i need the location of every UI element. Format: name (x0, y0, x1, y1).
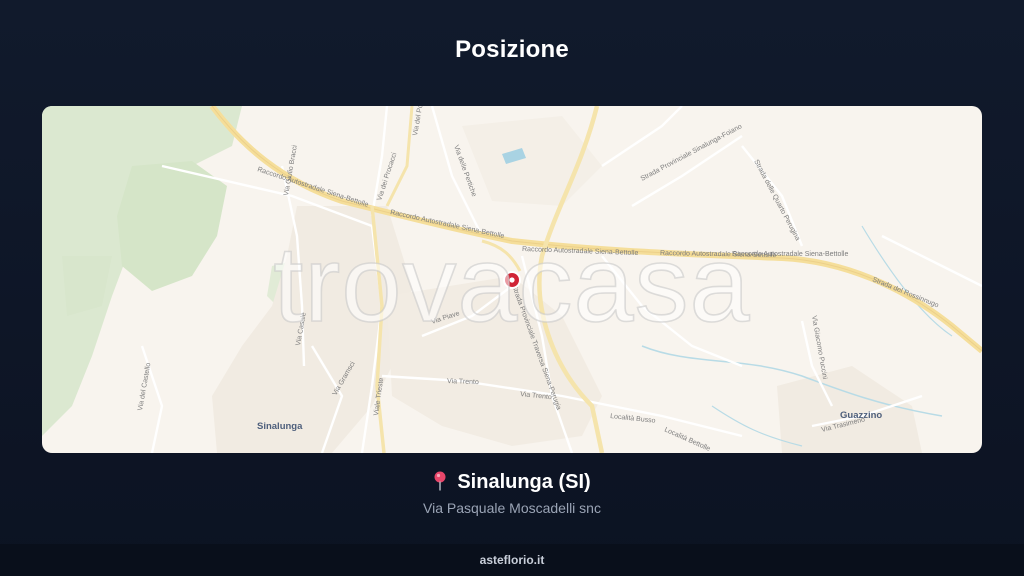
road-label-strada-sinalunga-foiano: Strada Provinciale Sinalunga-Foiano (640, 123, 744, 183)
road-label-localita-bettolle: Località Bettolle (663, 426, 711, 453)
map-pin-icon (433, 471, 447, 497)
road-label-via-trento-1: Via Trento (447, 378, 479, 386)
road-label-via-giulio-bracci: Via Giulio Bracci (283, 144, 299, 196)
page-title: Posizione (455, 36, 569, 63)
road-label-localita-busso: Località Busso (610, 413, 656, 425)
location-map[interactable]: Raccordo Autostradale Siena-Bettolle Rac… (42, 106, 982, 453)
footer-bar: asteflorio.it (0, 544, 1024, 576)
road-label-via-del-poggio: Via del Poggio (412, 106, 427, 136)
road-label-strada-rossinnugo: Strada del Rossinnugo (871, 276, 939, 309)
footer-site-link[interactable]: asteflorio.it (0, 553, 1024, 567)
road-label-via-del-castello: Via del Castello (137, 362, 152, 411)
urban-area (387, 276, 602, 446)
place-label-sinalunga: Sinalunga (257, 421, 303, 432)
road-label-via-giacomo: Via Giacomo Puccini (810, 315, 828, 380)
road-label-raccordo-1: Raccordo Autostradale Siena-Bettolle (256, 166, 369, 209)
map-marker-icon[interactable] (503, 271, 521, 289)
location-city: Sinalunga (SI) (457, 471, 591, 493)
forest-area (117, 161, 227, 291)
road-label-strada-quarto: Strada delle Quarto Perugina (752, 159, 801, 242)
map-canvas[interactable]: Raccordo Autostradale Siena-Bettolle Rac… (42, 106, 982, 453)
road-label-raccordo-5: Raccordo Autostradale Siena-Bettolle (732, 251, 848, 258)
location-address: Via Pasquale Moscadelli snc (423, 500, 601, 516)
place-label-guazzino: Guazzino (840, 410, 882, 421)
road-label-raccordo-2: Raccordo Autostradale Siena-Bettolle (390, 209, 505, 240)
location-heading: Sinalunga (SI) (0, 471, 1024, 497)
